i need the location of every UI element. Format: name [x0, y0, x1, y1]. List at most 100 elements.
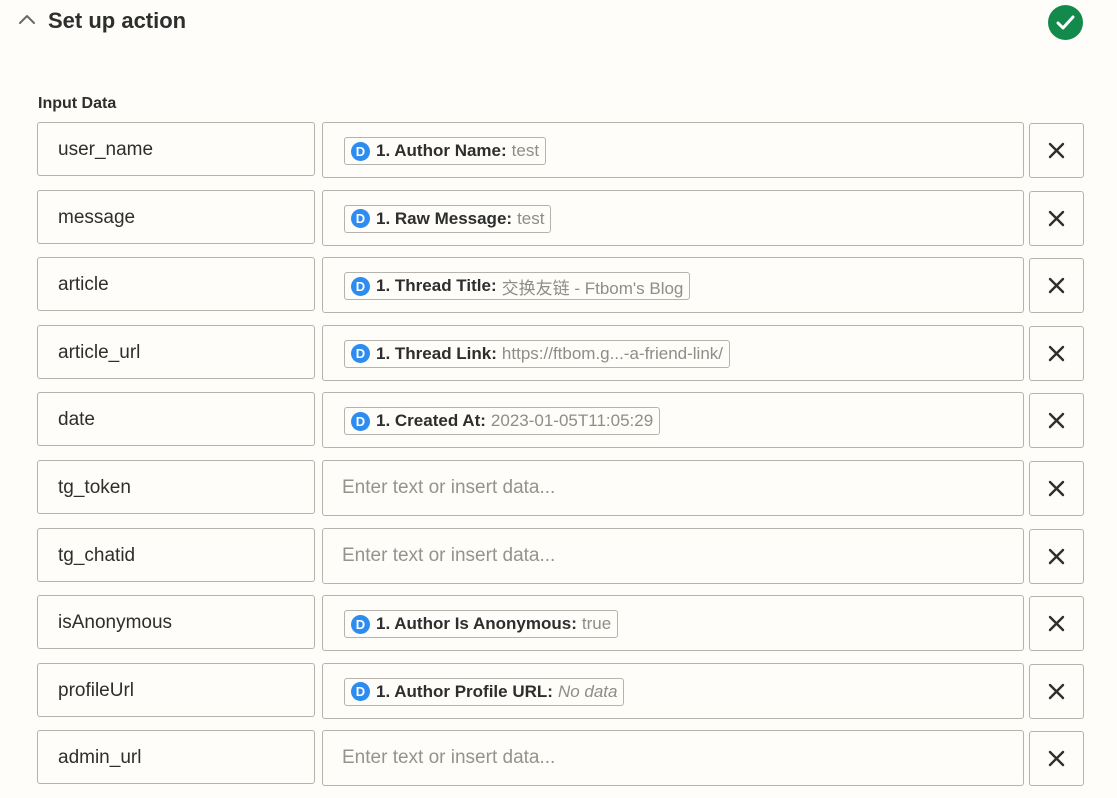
- app-logo-letter: D: [355, 211, 366, 227]
- pill-label: 1. Author Name:: [376, 141, 507, 160]
- close-icon: [1048, 480, 1065, 497]
- pill-label: 1. Thread Title:: [376, 276, 497, 296]
- field-value-input[interactable]: Enter text or insert data...: [322, 527, 1024, 584]
- pill-value: No data: [557, 681, 618, 701]
- app-logo-icon: D: [351, 411, 370, 431]
- close-icon: [1048, 142, 1065, 159]
- field-value-input[interactable]: D 1. Created At: 2023-01-05T11:05:29: [322, 392, 1024, 449]
- pill-value: https://ftbom.g...-a-friend-link/: [501, 343, 724, 363]
- field-key-text: tg_chatid: [58, 544, 136, 566]
- field-key-input[interactable]: date: [37, 392, 315, 447]
- app-logo-letter: D: [355, 413, 366, 429]
- field-key-input[interactable]: tg_chatid: [37, 527, 315, 582]
- data-mapping-pill[interactable]: D 1. Author Is Anonymous: true: [344, 610, 619, 639]
- field-key-text: profileUrl: [58, 679, 135, 701]
- input-row: user_name D 1. Author Name: test: [37, 122, 1085, 178]
- field-value-input[interactable]: Enter text or insert data...: [322, 730, 1024, 787]
- remove-field-button[interactable]: [1029, 460, 1084, 516]
- data-mapping-pill[interactable]: D 1. Thread Link: https://ftbom.g...-a-fri…: [344, 339, 731, 368]
- app-logo-icon: D: [351, 141, 370, 161]
- data-mapping-pill[interactable]: D 1. Thread Title: 交换友链 - Ftbom's Blog: [344, 272, 691, 301]
- input-row: tg_chatid Enter text or insert data...: [37, 527, 1085, 584]
- close-icon: [1048, 277, 1065, 294]
- input-row: date D 1. Created At: 2023-01-05T11:05:29: [37, 392, 1085, 449]
- input-row: admin_url Enter text or insert data...: [37, 730, 1085, 787]
- close-icon: [1048, 751, 1065, 767]
- remove-field-button[interactable]: [1029, 731, 1084, 787]
- field-key-text: tg_token: [58, 476, 131, 498]
- pill-label: 1. Thread Link:: [376, 343, 497, 363]
- app-logo-letter: D: [355, 143, 366, 159]
- app-logo-letter: D: [355, 278, 366, 294]
- check-circle-icon: [1048, 5, 1083, 40]
- remove-field-button[interactable]: [1029, 663, 1084, 719]
- data-mapping-pill[interactable]: D 1. Author Name: test: [344, 137, 547, 165]
- input-row: tg_token Enter text or insert data...: [37, 459, 1085, 516]
- remove-field-button[interactable]: [1029, 393, 1084, 449]
- field-key-text: article: [58, 274, 109, 296]
- field-placeholder: Enter text or insert data...: [342, 747, 556, 769]
- close-icon: [1048, 548, 1065, 564]
- field-value-input[interactable]: D 1. Thread Title: 交换友链 - Ftbom's Blog: [322, 257, 1024, 314]
- section-title: Set up action: [48, 8, 187, 33]
- field-key-text: date: [58, 409, 95, 431]
- pill-value: 交换友链 - Ftbom's Blog: [501, 278, 684, 298]
- remove-field-button[interactable]: [1029, 258, 1084, 314]
- app-logo-icon: D: [351, 682, 370, 702]
- input-row: article_url D 1. Thread Link: https://ftbom…: [37, 324, 1085, 381]
- close-icon: [1048, 345, 1065, 361]
- app-logo-icon: D: [351, 344, 370, 364]
- field-value-input[interactable]: Enter text or insert data...: [322, 459, 1024, 516]
- field-key-input[interactable]: tg_token: [37, 459, 315, 514]
- section-header[interactable]: Set up action: [0, 0, 1117, 46]
- remove-field-button[interactable]: [1029, 596, 1084, 652]
- field-key-input[interactable]: isAnonymous: [37, 595, 315, 650]
- chevron-up-icon[interactable]: [17, 10, 37, 30]
- input-row: article D 1. Thread Title: 交换友链 - Ftbom's B…: [37, 257, 1085, 314]
- field-key-input[interactable]: message: [37, 189, 315, 244]
- field-key-text: admin_url: [58, 747, 142, 769]
- pill-label: 1. Author Is Anonymous:: [376, 614, 577, 634]
- close-icon: [1048, 615, 1065, 632]
- field-value-input[interactable]: D 1. Raw Message: test: [322, 189, 1024, 246]
- pill-label: 1. Raw Message:: [376, 208, 513, 228]
- pill-value: test: [517, 208, 545, 228]
- field-key-input[interactable]: article: [37, 257, 315, 312]
- pill-value: true: [581, 614, 612, 634]
- input-data-label: Input Data: [38, 95, 117, 112]
- field-value-input[interactable]: D 1. Author Profile URL: No data: [322, 662, 1024, 719]
- close-icon: [1048, 413, 1065, 429]
- pill-label: 1. Author Profile URL:: [376, 681, 553, 701]
- field-key-input[interactable]: profileUrl: [37, 662, 315, 717]
- app-logo-letter: D: [355, 616, 366, 632]
- field-placeholder: Enter text or insert data...: [342, 544, 556, 566]
- remove-field-button[interactable]: [1029, 123, 1084, 178]
- app-logo-icon: D: [351, 614, 370, 634]
- field-key-input[interactable]: admin_url: [37, 730, 315, 785]
- data-mapping-pill[interactable]: D 1. Created At: 2023-01-05T11:05:29: [344, 407, 661, 436]
- app-logo-icon: D: [351, 276, 370, 296]
- data-mapping-pill[interactable]: D 1. Author Profile URL: No data: [344, 677, 625, 706]
- field-value-input[interactable]: D 1. Author Name: test: [322, 122, 1024, 178]
- pill-label: 1. Created At:: [376, 411, 486, 431]
- field-key-text: article_url: [58, 341, 141, 363]
- close-icon: [1048, 683, 1065, 699]
- input-row: profileUrl D 1. Author Profile URL: No data: [37, 662, 1085, 719]
- field-key-text: user_name: [58, 139, 154, 160]
- field-key-text: message: [58, 206, 136, 228]
- remove-field-button[interactable]: [1029, 528, 1084, 584]
- remove-field-button[interactable]: [1029, 325, 1084, 381]
- field-placeholder: Enter text or insert data...: [342, 476, 556, 498]
- remove-field-button[interactable]: [1029, 190, 1084, 246]
- input-data-rows: user_name D 1. Author Name: test message D 1. …: [37, 122, 1085, 798]
- pill-value: test: [511, 141, 540, 160]
- field-value-input[interactable]: D 1. Thread Link: https://ftbom.g...-a-fri…: [322, 324, 1024, 381]
- app-logo-letter: D: [355, 346, 366, 362]
- pill-value: 2023-01-05T11:05:29: [490, 411, 654, 431]
- field-value-input[interactable]: D 1. Author Is Anonymous: true: [322, 595, 1024, 652]
- data-mapping-pill[interactable]: D 1. Raw Message: test: [344, 204, 552, 233]
- field-key-input[interactable]: article_url: [37, 324, 315, 379]
- field-key-input[interactable]: user_name: [37, 122, 315, 176]
- field-key-text: isAnonymous: [58, 612, 173, 634]
- app-logo-letter: D: [355, 684, 366, 700]
